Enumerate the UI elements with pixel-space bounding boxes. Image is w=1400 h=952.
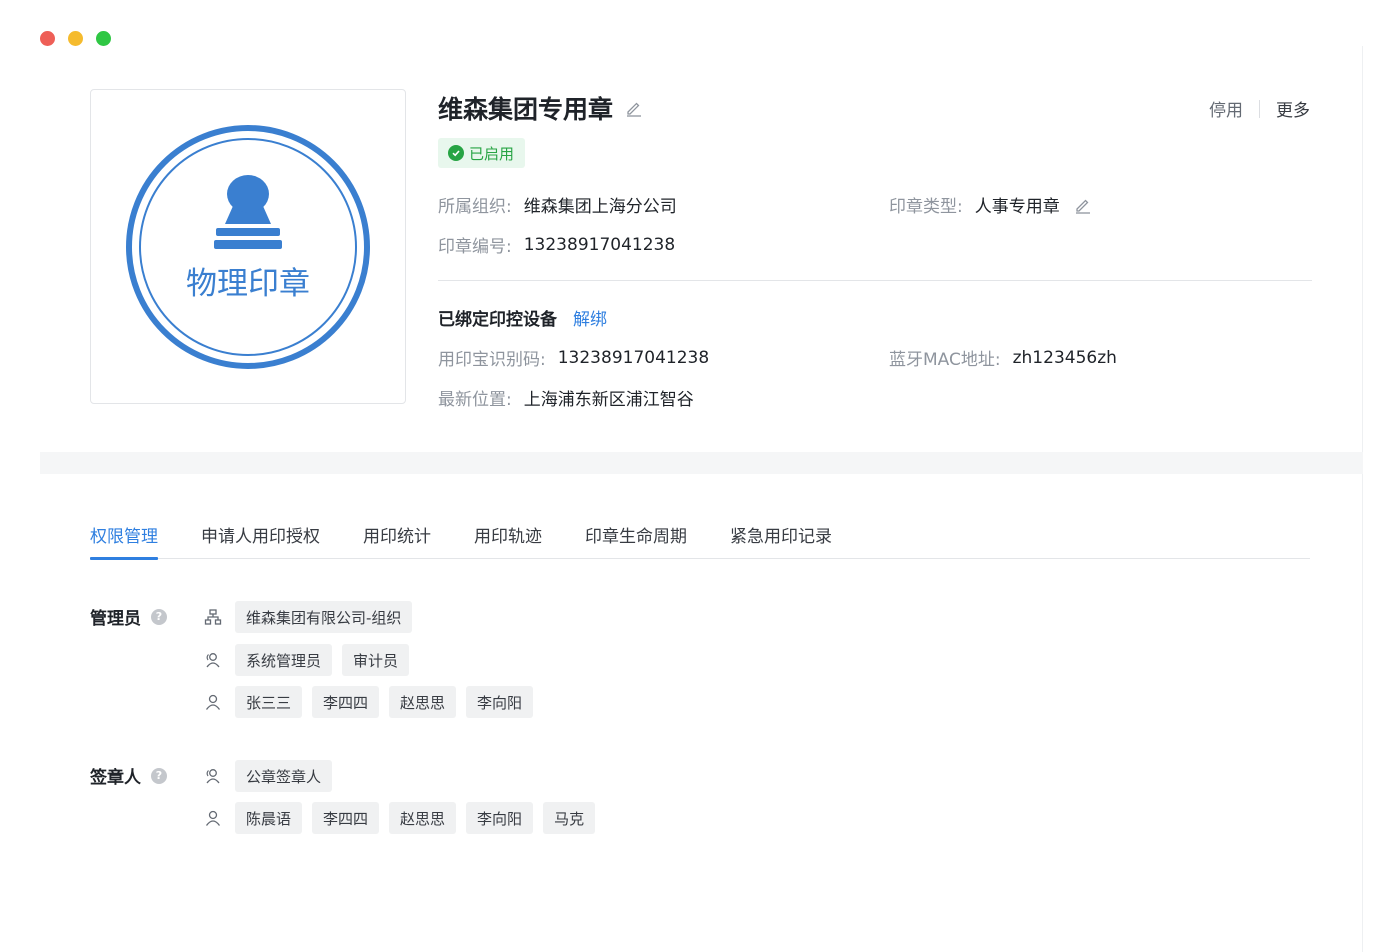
device-title: 已绑定印控设备	[438, 310, 557, 330]
admins-label: 管理员	[90, 609, 141, 629]
admin-org-row: 维森集团有限公司-组织	[204, 601, 422, 633]
edit-type-icon[interactable]	[1074, 196, 1092, 214]
seal-text: 物理印章	[186, 266, 310, 302]
role-chip[interactable]: 审计员	[342, 644, 410, 676]
role-chip[interactable]: 公章签章人	[235, 760, 333, 792]
mac-field: 蓝牙MAC地址: zh123456zh	[889, 345, 1117, 371]
maximize-window-dot[interactable]	[96, 31, 111, 46]
help-icon[interactable]: ?	[151, 608, 167, 625]
role-chip[interactable]: 系统管理员	[235, 644, 333, 676]
signer-user-row: 陈晨语 李四四 赵思思 李向阳 马克	[204, 802, 605, 834]
status-badge: 已启用	[438, 138, 526, 168]
location-value: 上海浦东新区浦江智谷	[523, 390, 694, 410]
tab-permissions[interactable]: 权限管理	[90, 519, 158, 560]
mac-value: zh123456zh	[1012, 347, 1117, 368]
user-chip[interactable]: 李四四	[312, 686, 380, 718]
admin-role-row: 系统管理员 审计员	[204, 644, 419, 676]
tab-applicant-auth[interactable]: 申请人用印授权	[201, 519, 320, 559]
unbind-link[interactable]: 解绑	[573, 305, 607, 330]
signers-section-label: 签章人 ?	[90, 763, 167, 788]
device-id-label: 用印宝识别码:	[438, 350, 546, 370]
user-chip[interactable]: 张三三	[235, 686, 303, 718]
type-value: 人事专用章	[974, 197, 1060, 217]
seal-title: 维森集团专用章	[438, 95, 614, 124]
signer-role-row: 公章签章人	[204, 760, 342, 792]
signers-label: 签章人	[90, 768, 141, 788]
tab-emergency-records[interactable]: 紧急用印记录	[730, 519, 832, 559]
info-divider	[438, 280, 1312, 281]
device-heading: 已绑定印控设备 解绑	[438, 305, 607, 330]
tab-usage-track[interactable]: 用印轨迹	[474, 519, 542, 559]
user-chip[interactable]: 赵思思	[389, 802, 457, 834]
user-chip[interactable]: 李向阳	[466, 686, 534, 718]
code-value: 13238917041238	[523, 234, 676, 255]
admin-user-row: 张三三 李四四 赵思思 李向阳	[204, 686, 543, 718]
more-button[interactable]: 更多	[1276, 96, 1310, 121]
location-field: 最新位置: 上海浦东新区浦江智谷	[438, 385, 694, 410]
role-group-icon	[206, 769, 220, 784]
code-label: 印章编号:	[438, 237, 512, 257]
device-id-value: 13238917041238	[557, 347, 710, 368]
org-field: 所属组织: 维森集团上海分公司	[438, 192, 677, 217]
physical-seal-graphic: 物理印章	[126, 124, 370, 369]
tab-lifecycle[interactable]: 印章生命周期	[585, 519, 687, 559]
user-icon	[205, 694, 221, 710]
detail-tabs: 权限管理 申请人用印授权 用印统计 用印轨迹 印章生命周期 紧急用印记录	[90, 519, 1310, 560]
seal-detail-card: 物理印章 维森集团专用章 停用 更多 已启用 所属组织: 维森集团上海分公司 印…	[40, 46, 1363, 952]
close-window-dot[interactable]	[40, 31, 55, 46]
disable-button[interactable]: 停用	[1209, 96, 1243, 121]
admins-section-label: 管理员 ?	[90, 604, 167, 629]
code-field: 印章编号: 13238917041238	[438, 232, 676, 258]
org-chip[interactable]: 维森集团有限公司-组织	[235, 601, 413, 633]
role-group-icon	[206, 653, 220, 668]
section-separator	[40, 452, 1363, 474]
user-chip[interactable]: 马克	[543, 802, 596, 834]
type-label: 印章类型:	[889, 197, 963, 217]
org-label: 所属组织:	[438, 197, 512, 217]
title-row: 维森集团专用章	[438, 90, 643, 126]
org-value: 维森集团上海分公司	[523, 197, 677, 217]
edit-title-icon[interactable]	[625, 99, 643, 117]
user-chip[interactable]: 李四四	[312, 802, 380, 834]
user-chip[interactable]: 赵思思	[389, 686, 457, 718]
window-controls	[40, 31, 111, 46]
stamp-icon	[214, 174, 282, 249]
location-label: 最新位置:	[438, 390, 512, 410]
seal-image: 物理印章	[90, 89, 406, 404]
user-icon	[205, 810, 221, 826]
tab-usage-stats[interactable]: 用印统计	[363, 519, 431, 559]
user-chip[interactable]: 李向阳	[466, 802, 534, 834]
org-tree-icon	[204, 609, 222, 625]
status-text: 已启用	[469, 144, 515, 163]
device-id-field: 用印宝识别码: 13238917041238	[438, 345, 710, 371]
mac-label: 蓝牙MAC地址:	[889, 350, 1001, 370]
action-divider	[1259, 99, 1260, 118]
help-icon[interactable]: ?	[151, 767, 167, 784]
check-circle-icon	[448, 145, 464, 161]
user-chip[interactable]: 陈晨语	[235, 802, 303, 834]
type-field: 印章类型: 人事专用章	[889, 192, 1092, 217]
minimize-window-dot[interactable]	[68, 31, 83, 46]
header-actions: 停用 更多	[1209, 96, 1310, 121]
